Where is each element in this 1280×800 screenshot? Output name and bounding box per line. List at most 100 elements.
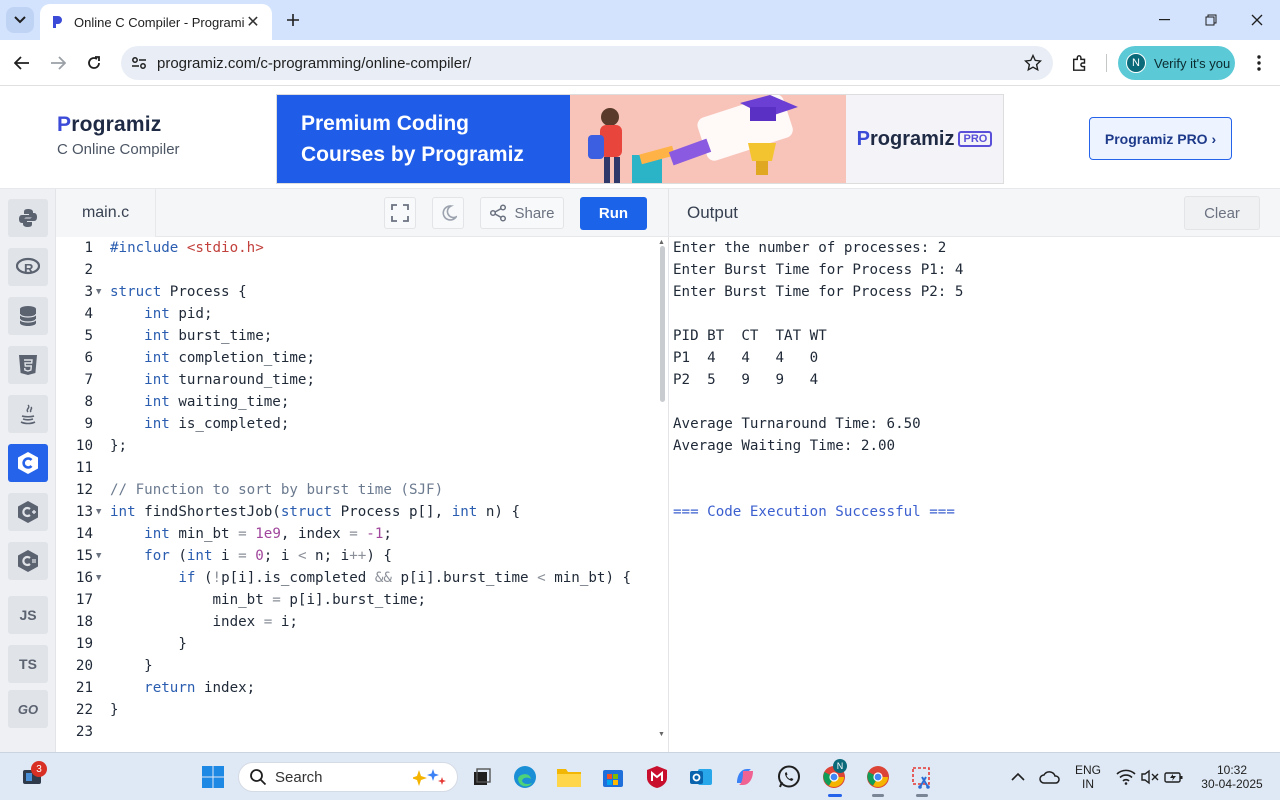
html-language-button[interactable] [8,346,48,384]
snipping-tool-button[interactable] [908,763,936,791]
notification-badge: 3 [31,761,47,777]
programiz-favicon-icon [50,15,64,29]
folder-icon [557,769,581,787]
battery-button[interactable] [1160,763,1188,791]
window-controls [1142,0,1280,40]
programiz-pro-button[interactable]: Programiz PRO › [1089,117,1232,160]
banner-brand-initial: P [856,127,871,150]
tab-close-icon[interactable]: ✕ [244,12,262,32]
copilot-button[interactable] [731,763,759,791]
line-number: 6 [84,350,93,366]
close-window-button[interactable] [1234,0,1280,40]
line-number: 18 [75,614,93,630]
tab-search-button[interactable] [6,7,34,33]
forward-button[interactable] [44,49,72,77]
show-hidden-icons-button[interactable] [1004,763,1032,791]
go-language-button[interactable]: GO [8,690,48,728]
scroll-down-icon[interactable]: ▼ [658,731,665,738]
java-language-button[interactable] [8,395,48,433]
brand-logo[interactable]: P rogramiz C Online Compiler [57,113,180,158]
output-line: Enter Burst Time for Process P1: 4 [673,262,964,278]
chrome-profile-2-button[interactable] [864,763,892,791]
sql-language-button[interactable] [8,297,48,335]
clear-button[interactable]: Clear [1184,196,1260,230]
output-title: Output [687,203,739,222]
profile-chip[interactable]: N Verify it's you [1118,46,1235,80]
promo-banner[interactable]: Premium Coding Courses by Programiz P ro… [276,94,1004,184]
javascript-language-button[interactable]: JS [8,596,48,634]
python-icon [19,209,37,227]
edge-browser-button[interactable] [511,763,539,791]
code-line: 8 int waiting_time; [56,391,656,413]
browser-menu-button[interactable] [1247,49,1271,77]
start-button[interactable] [199,763,227,791]
code-editor[interactable]: 1 #include <stdio.h> 2 3 ▼ struct Process {… [56,237,668,752]
restore-button[interactable] [1188,0,1234,40]
language-indicator[interactable]: ENG IN [1070,763,1106,791]
new-tab-button[interactable] [281,8,305,32]
minimize-button[interactable] [1142,0,1188,40]
copilot-icon [737,769,753,785]
r-language-button[interactable]: R [8,248,48,286]
scroll-up-icon[interactable]: ▲ [658,239,665,246]
whatsapp-button[interactable] [775,763,803,791]
fold-arrow-icon[interactable]: ▼ [96,567,101,589]
outlook-button[interactable] [687,763,715,791]
editor-scrollbar[interactable] [660,246,665,402]
search-placeholder: Search [275,768,323,786]
typescript-language-button[interactable]: TS [8,645,48,683]
extensions-button[interactable] [1066,49,1094,77]
site-settings-icon[interactable] [121,46,157,80]
execution-status-line: === Code Execution Successful === [673,504,955,520]
java-icon [20,404,36,425]
share-button[interactable]: Share [480,197,564,229]
brand-name-text: rogramiz [71,113,162,136]
puzzle-icon [1072,55,1086,71]
site-header: P rogramiz C Online Compiler Premium Cod… [0,87,1280,189]
mcafee-button[interactable] [643,763,671,791]
theme-toggle-button[interactable] [432,197,464,229]
microsoft-store-button[interactable] [599,763,627,791]
c-language-button[interactable] [8,444,48,482]
code-line: 19 } [56,633,656,655]
line-number: 9 [84,416,93,432]
url-text[interactable]: programiz.com/c-programming/online-compi… [157,55,1013,72]
csharp-language-button[interactable] [8,542,48,580]
output-line: Enter Burst Time for Process P2: 5 [673,284,964,300]
onedrive-button[interactable] [1036,763,1064,791]
back-button[interactable] [8,49,36,77]
fold-arrow-icon[interactable]: ▼ [96,545,101,567]
cpp-language-button[interactable] [8,493,48,531]
cloud-icon [1039,771,1060,784]
c-lang-icon [18,452,38,474]
line-number: 11 [75,460,93,476]
search-icon [250,769,267,786]
svg-text:R: R [24,261,34,276]
wifi-icon [1116,769,1136,785]
clock[interactable]: 10:32 30-04-2025 [1194,763,1270,791]
fullscreen-button[interactable] [384,197,416,229]
line-number: 10 [75,438,93,454]
line-number: 17 [75,592,93,608]
python-language-button[interactable] [8,199,48,237]
reload-button[interactable] [80,49,108,77]
bookmark-star-icon[interactable] [1013,54,1053,72]
output-console[interactable]: Enter the number of processes: 2 Enter B… [668,237,1280,752]
address-bar[interactable]: programiz.com/c-programming/online-compi… [121,46,1053,80]
file-explorer-button[interactable] [555,763,583,791]
windows-logo-icon [202,766,224,788]
fold-arrow-icon[interactable]: ▼ [96,281,101,303]
fold-arrow-icon[interactable]: ▼ [96,501,101,523]
banner-illustration [570,95,846,183]
csharp-icon [18,550,38,572]
code-line: 2 [56,259,656,281]
file-tab-main-c[interactable]: main.c [56,189,156,237]
mcafee-shield-icon [647,766,667,788]
code-line: 6 int completion_time; [56,347,656,369]
browser-tab-active[interactable]: Online C Compiler - Programiz ✕ [40,4,272,40]
line-number: 3 [84,284,93,300]
line-number: 14 [75,526,93,542]
task-view-button[interactable] [468,763,496,791]
taskbar-search[interactable]: Search [238,762,458,792]
run-button[interactable]: Run [580,197,647,230]
